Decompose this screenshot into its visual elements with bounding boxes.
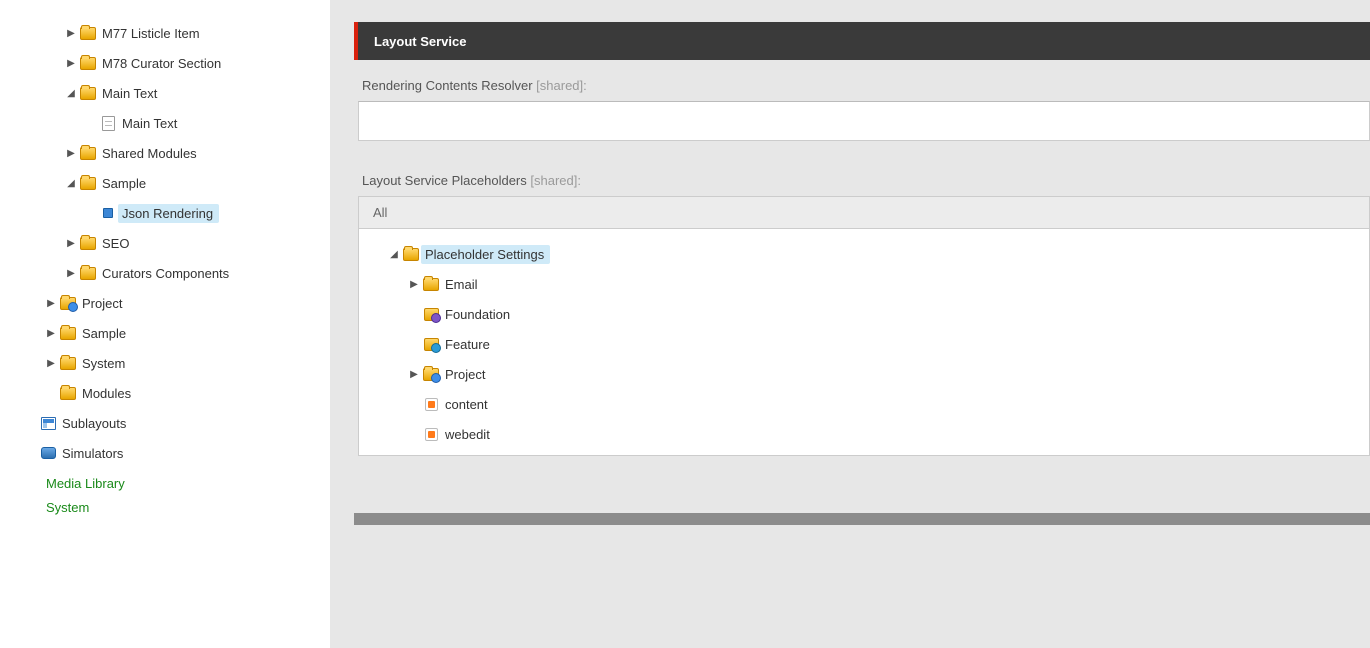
placeholders-field: Layout Service Placeholders [shared]: Al… <box>354 173 1370 456</box>
ph-item-email[interactable]: ▶ Email <box>367 269 1361 299</box>
tree-item-project[interactable]: ▶ Project <box>0 288 330 318</box>
chevron-right-icon: ▶ <box>64 148 78 159</box>
chevron-down-icon: ◢ <box>64 88 78 99</box>
chevron-right-icon: ▶ <box>64 268 78 279</box>
file-icon <box>98 116 118 131</box>
tree-item-sublayouts[interactable]: ▶ Sublayouts <box>0 408 330 438</box>
tree-item-media-library[interactable]: ▶ Media Library <box>0 468 330 498</box>
tree-label: Json Rendering <box>118 204 219 223</box>
tree-label: Main Text <box>118 114 183 133</box>
tree-label: Project <box>78 294 128 313</box>
field-label: Layout Service Placeholders [shared]: <box>362 173 1370 188</box>
folder-icon <box>78 267 98 280</box>
tree-item-system[interactable]: ▶ System <box>0 348 330 378</box>
folder-icon <box>78 177 98 190</box>
field-label: Rendering Contents Resolver [shared]: <box>362 78 1370 93</box>
shared-indicator: [shared]: <box>536 78 587 93</box>
project-folder-icon <box>58 297 78 310</box>
tree-label: Sublayouts <box>58 414 132 433</box>
ph-item-content[interactable]: ▶ content <box>367 389 1361 419</box>
chevron-down-icon: ◢ <box>387 249 401 260</box>
shared-indicator: [shared]: <box>530 173 581 188</box>
ph-label: Email <box>441 275 484 294</box>
folder-icon <box>58 387 78 400</box>
chevron-right-icon: ▶ <box>407 279 421 290</box>
sublayouts-icon <box>38 417 58 430</box>
ph-label: content <box>441 395 494 414</box>
tree-label: Main Text <box>98 84 163 103</box>
editor-panel: Layout Service Rendering Contents Resolv… <box>330 0 1370 648</box>
ph-label: Feature <box>441 335 496 354</box>
tree-item-json-rendering[interactable]: ▶ Json Rendering <box>0 198 330 228</box>
ph-item-project[interactable]: ▶ Project <box>367 359 1361 389</box>
section-header[interactable]: Layout Service <box>354 22 1370 60</box>
tree-item-m77[interactable]: ▶ M77 Listicle Item <box>0 18 330 48</box>
tree-item-simulators[interactable]: ▶ Simulators <box>0 438 330 468</box>
chevron-right-icon: ▶ <box>64 28 78 39</box>
tree-item-seo[interactable]: ▶ SEO <box>0 228 330 258</box>
ph-label: Foundation <box>441 305 516 324</box>
tree-label: System <box>78 354 131 373</box>
label-text: Layout Service Placeholders <box>362 173 527 188</box>
rendering-icon <box>98 208 118 218</box>
label-text: Rendering Contents Resolver <box>362 78 533 93</box>
simulators-icon <box>38 447 58 459</box>
tree-item-m78[interactable]: ▶ M78 Curator Section <box>0 48 330 78</box>
placeholder-icon <box>421 398 441 411</box>
tree-item-shared-modules[interactable]: ▶ Shared Modules <box>0 138 330 168</box>
chevron-right-icon: ▶ <box>44 328 58 339</box>
ph-label: Placeholder Settings <box>421 245 550 264</box>
ph-item-foundation[interactable]: ▶ Foundation <box>367 299 1361 329</box>
chevron-right-icon: ▶ <box>44 358 58 369</box>
folder-icon <box>58 327 78 340</box>
placeholders-tree: ◢ Placeholder Settings ▶ Email ▶ Foundat… <box>358 228 1370 456</box>
tree-label: Shared Modules <box>98 144 203 163</box>
chevron-right-icon: ▶ <box>44 298 58 309</box>
tree-item-main-text-child[interactable]: ▶ Main Text <box>0 108 330 138</box>
tree-label: System <box>42 498 95 517</box>
tree-label: SEO <box>98 234 135 253</box>
tree-label: Media Library <box>42 474 131 493</box>
placeholder-icon <box>421 428 441 441</box>
tree-item-sample2[interactable]: ▶ Sample <box>0 318 330 348</box>
tree-label: Simulators <box>58 444 129 463</box>
section-title: Layout Service <box>374 34 467 49</box>
content-tree: ▶ M77 Listicle Item ▶ M78 Curator Sectio… <box>0 0 330 648</box>
ph-item-webedit[interactable]: ▶ webedit <box>367 419 1361 449</box>
folder-icon <box>78 57 98 70</box>
project-folder-icon <box>421 368 441 381</box>
ph-item-feature[interactable]: ▶ Feature <box>367 329 1361 359</box>
folder-icon <box>401 248 421 261</box>
chevron-right-icon: ▶ <box>407 369 421 380</box>
tree-item-sample[interactable]: ◢ Sample <box>0 168 330 198</box>
folder-icon <box>58 357 78 370</box>
feature-icon <box>421 338 441 351</box>
tree-label: M77 Listicle Item <box>98 24 206 43</box>
tree-label: Modules <box>78 384 137 403</box>
chevron-right-icon: ▶ <box>64 238 78 249</box>
folder-icon <box>78 237 98 250</box>
tree-item-main-text[interactable]: ◢ Main Text <box>0 78 330 108</box>
all-header: All <box>358 196 1370 228</box>
ph-label: Project <box>441 365 491 384</box>
resolver-field: Rendering Contents Resolver [shared]: <box>354 78 1370 141</box>
chevron-right-icon: ▶ <box>64 58 78 69</box>
tree-label: M78 Curator Section <box>98 54 227 73</box>
folder-icon <box>78 87 98 100</box>
folder-icon <box>78 147 98 160</box>
folder-icon <box>78 27 98 40</box>
foundation-icon <box>421 308 441 321</box>
tree-label: Sample <box>78 324 132 343</box>
ph-item-placeholder-settings[interactable]: ◢ Placeholder Settings <box>367 239 1361 269</box>
tree-item-modules[interactable]: ▶ Modules <box>0 378 330 408</box>
resolver-input[interactable] <box>358 101 1370 141</box>
chevron-down-icon: ◢ <box>64 178 78 189</box>
tree-label: Sample <box>98 174 152 193</box>
tree-label: Curators Components <box>98 264 235 283</box>
tree-item-curators[interactable]: ▶ Curators Components <box>0 258 330 288</box>
tree-item-system2[interactable]: ▶ System <box>0 498 330 520</box>
ph-label: webedit <box>441 425 496 444</box>
folder-icon <box>421 278 441 291</box>
